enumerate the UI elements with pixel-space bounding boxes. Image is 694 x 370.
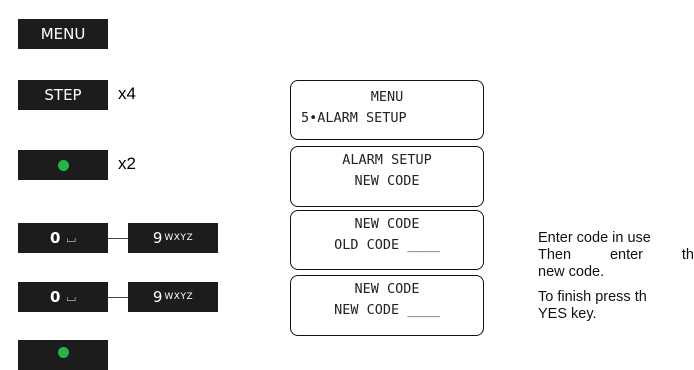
lcd-screen: ALARM SETUP NEW CODE — [290, 146, 484, 207]
zero-key[interactable]: 0 ⌴ — [18, 282, 108, 312]
green-dot-icon — [57, 347, 69, 358]
nine-key[interactable]: 9 WXYZ — [128, 282, 218, 312]
nine-key-letters: WXYZ — [164, 233, 194, 243]
nine-key-letters: WXYZ — [164, 292, 194, 302]
menu-key[interactable]: MENU — [18, 19, 108, 49]
lcd-line-1: NEW CODE — [354, 216, 420, 232]
lcd-line-1: NEW CODE — [354, 281, 420, 297]
ok-key[interactable] — [18, 150, 108, 180]
lcd-line-2: OLD CODE ____ — [334, 237, 440, 253]
instruction-note: Enter code in use Then enter th new code… — [538, 230, 694, 281]
range-connector — [108, 297, 128, 298]
lcd-line-1: ALARM SETUP — [342, 152, 432, 168]
step-key[interactable]: STEP — [18, 80, 108, 110]
note-word: Then — [538, 247, 572, 263]
nine-key[interactable]: 9 WXYZ — [128, 223, 218, 253]
note-line: new code. — [538, 264, 605, 280]
space-symbol-icon: ⌴ — [66, 230, 77, 245]
note-line-justified: Then enter th — [538, 247, 694, 264]
zero-key-label: 0 — [49, 288, 61, 306]
step-multiplier: x4 — [118, 84, 136, 103]
note-line: Enter code in use — [538, 230, 651, 246]
nine-key-label: 9 — [152, 288, 163, 306]
range-connector — [108, 238, 128, 239]
note-line: To finish press th — [538, 289, 647, 305]
lcd-line-2: 5•ALARM SETUP — [301, 110, 407, 126]
zero-key-label: 0 — [49, 229, 61, 247]
lcd-screen: NEW CODE OLD CODE ____ — [290, 210, 484, 270]
instruction-note: To finish press th YES key. — [538, 289, 694, 323]
lcd-line-2: NEW CODE ____ — [334, 302, 440, 318]
green-dot-icon — [57, 159, 69, 171]
note-word: enter — [609, 247, 644, 263]
note-word: th — [681, 247, 694, 263]
nine-key-label: 9 — [152, 229, 163, 247]
menu-key-label: MENU — [40, 25, 86, 43]
lcd-screen: MENU 5•ALARM SETUP — [290, 80, 484, 140]
lcd-screen: NEW CODE NEW CODE ____ — [290, 275, 484, 336]
lcd-line-2: NEW CODE — [354, 173, 420, 189]
lcd-line-1: MENU — [370, 89, 404, 105]
ok-key[interactable] — [18, 340, 108, 370]
step-key-label: STEP — [44, 86, 82, 104]
space-symbol-icon: ⌴ — [66, 289, 77, 304]
ok-multiplier: x2 — [118, 154, 136, 173]
note-line: YES key. — [538, 306, 597, 322]
zero-key[interactable]: 0 ⌴ — [18, 223, 108, 253]
